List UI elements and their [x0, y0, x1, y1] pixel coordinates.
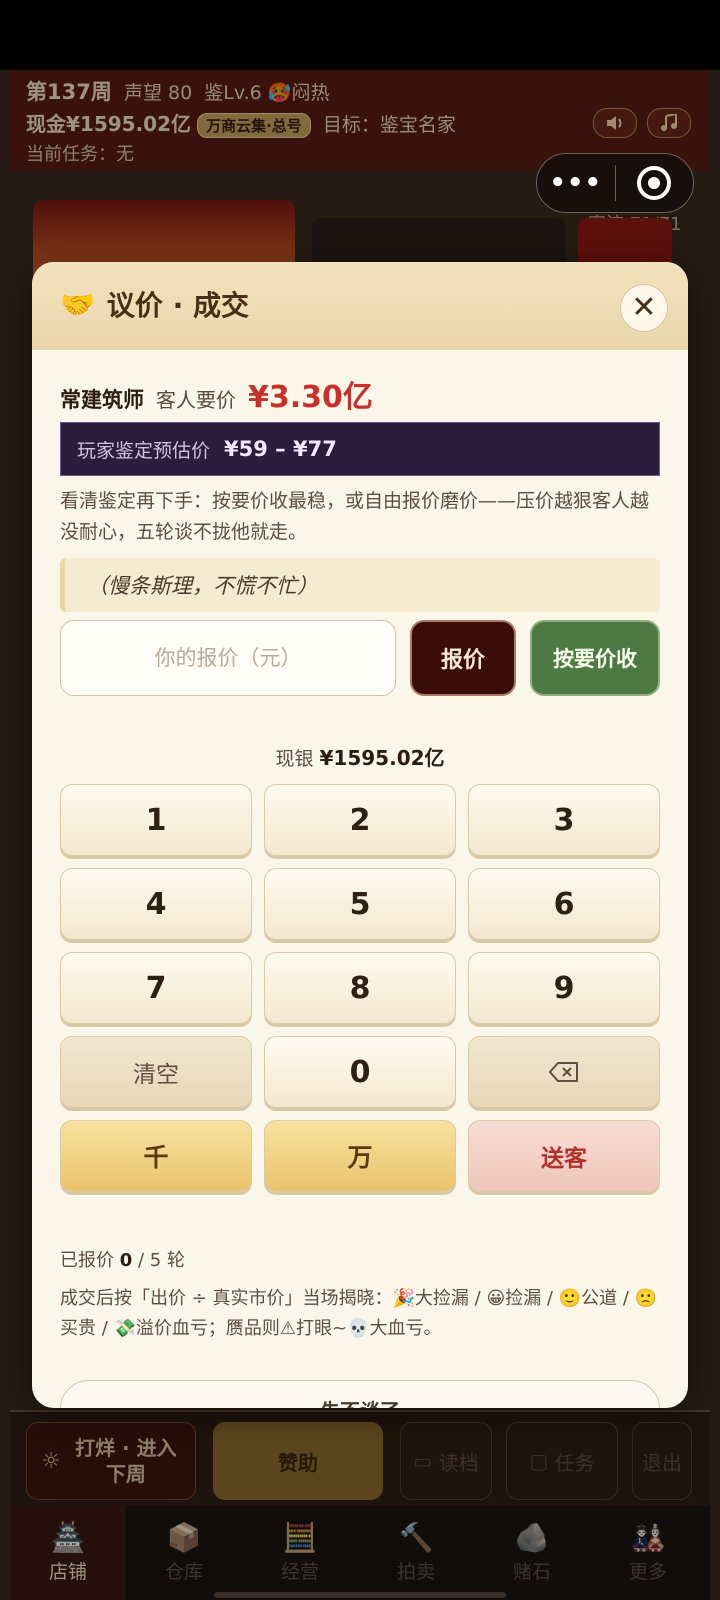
customer-mood: （慢条斯理，不慌不忙） [60, 558, 660, 612]
key-2[interactable]: 2 [264, 784, 456, 856]
dialog-header: 🤝 议价 · 成交 ✕ [32, 262, 688, 350]
reveal-rule: 成交后按「出价 ÷ 真实市价」当场揭晓：🎉大捡漏 / 😀捡漏 / 🙂公道 / 🙁… [60, 1288, 658, 1339]
target-icon [637, 166, 672, 200]
cash-balance: 现银 ¥1595.02亿 [60, 742, 660, 771]
key-8[interactable]: 8 [264, 952, 456, 1024]
estimate-banner: 玩家鉴定预估价 ¥59 – ¥77 [60, 422, 660, 476]
handshake-icon: 🤝 [60, 287, 95, 321]
decline-button[interactable]: 先不谈了 [60, 1380, 660, 1408]
cash-balance-value: ¥1595.02亿 [319, 746, 445, 770]
estimate-value: ¥59 – ¥77 [224, 437, 337, 461]
rounds-prefix: 已报价 [60, 1250, 114, 1271]
customer-ask-line: 常建筑师 客人要价 ¥3.30亿 [60, 372, 373, 416]
cash-balance-label: 现银 [275, 748, 314, 770]
negotiation-hint: 看清鉴定再下手：按要价收最稳，或自由报价磨价——压价越狠客人越没耐心，五轮谈不拢… [60, 490, 650, 543]
thousand-key[interactable]: 千 [60, 1120, 252, 1192]
close-icon: ✕ [631, 290, 657, 325]
negotiation-dialog: 🤝 议价 · 成交 ✕ 常建筑师 客人要价 ¥3.30亿 玩家鉴定预估价 ¥59… [32, 262, 688, 1408]
close-miniprogram-button[interactable] [616, 166, 694, 200]
key-5[interactable]: 5 [264, 868, 456, 940]
key-3[interactable]: 3 [468, 784, 660, 856]
key-9[interactable]: 9 [468, 952, 660, 1024]
more-menu-button[interactable]: ••• [537, 168, 615, 198]
dialog-title-text: 议价 · 成交 [106, 289, 250, 322]
ten-thousand-key[interactable]: 万 [264, 1120, 456, 1192]
accept-ask-button[interactable]: 按要价收 [530, 620, 660, 696]
key-4[interactable]: 4 [60, 868, 252, 940]
clear-key[interactable]: 清空 [60, 1036, 252, 1108]
backspace-icon [549, 1062, 578, 1082]
rounds-counter: 已报价 0 / 5 轮 [60, 1246, 185, 1272]
customer-name: 常建筑师 [60, 388, 144, 412]
dialog-title: 🤝 议价 · 成交 [60, 284, 249, 324]
miniprogram-capsule: ••• [536, 153, 694, 213]
backspace-key[interactable] [468, 1036, 660, 1108]
close-dialog-button[interactable]: ✕ [620, 284, 668, 332]
key-0[interactable]: 0 [264, 1036, 456, 1108]
rounds-done: 0 [119, 1250, 133, 1271]
ask-label: 客人要价 [156, 388, 236, 412]
offer-input[interactable] [60, 620, 396, 696]
key-6[interactable]: 6 [468, 868, 660, 940]
key-1[interactable]: 1 [60, 784, 252, 856]
rounds-suffix: / 5 轮 [138, 1250, 185, 1271]
send-off-button[interactable]: 送客 [468, 1120, 660, 1192]
bid-button[interactable]: 报价 [410, 620, 516, 696]
estimate-label: 玩家鉴定预估价 [77, 439, 211, 462]
key-7[interactable]: 7 [60, 952, 252, 1024]
ask-price: ¥3.30亿 [248, 380, 373, 415]
